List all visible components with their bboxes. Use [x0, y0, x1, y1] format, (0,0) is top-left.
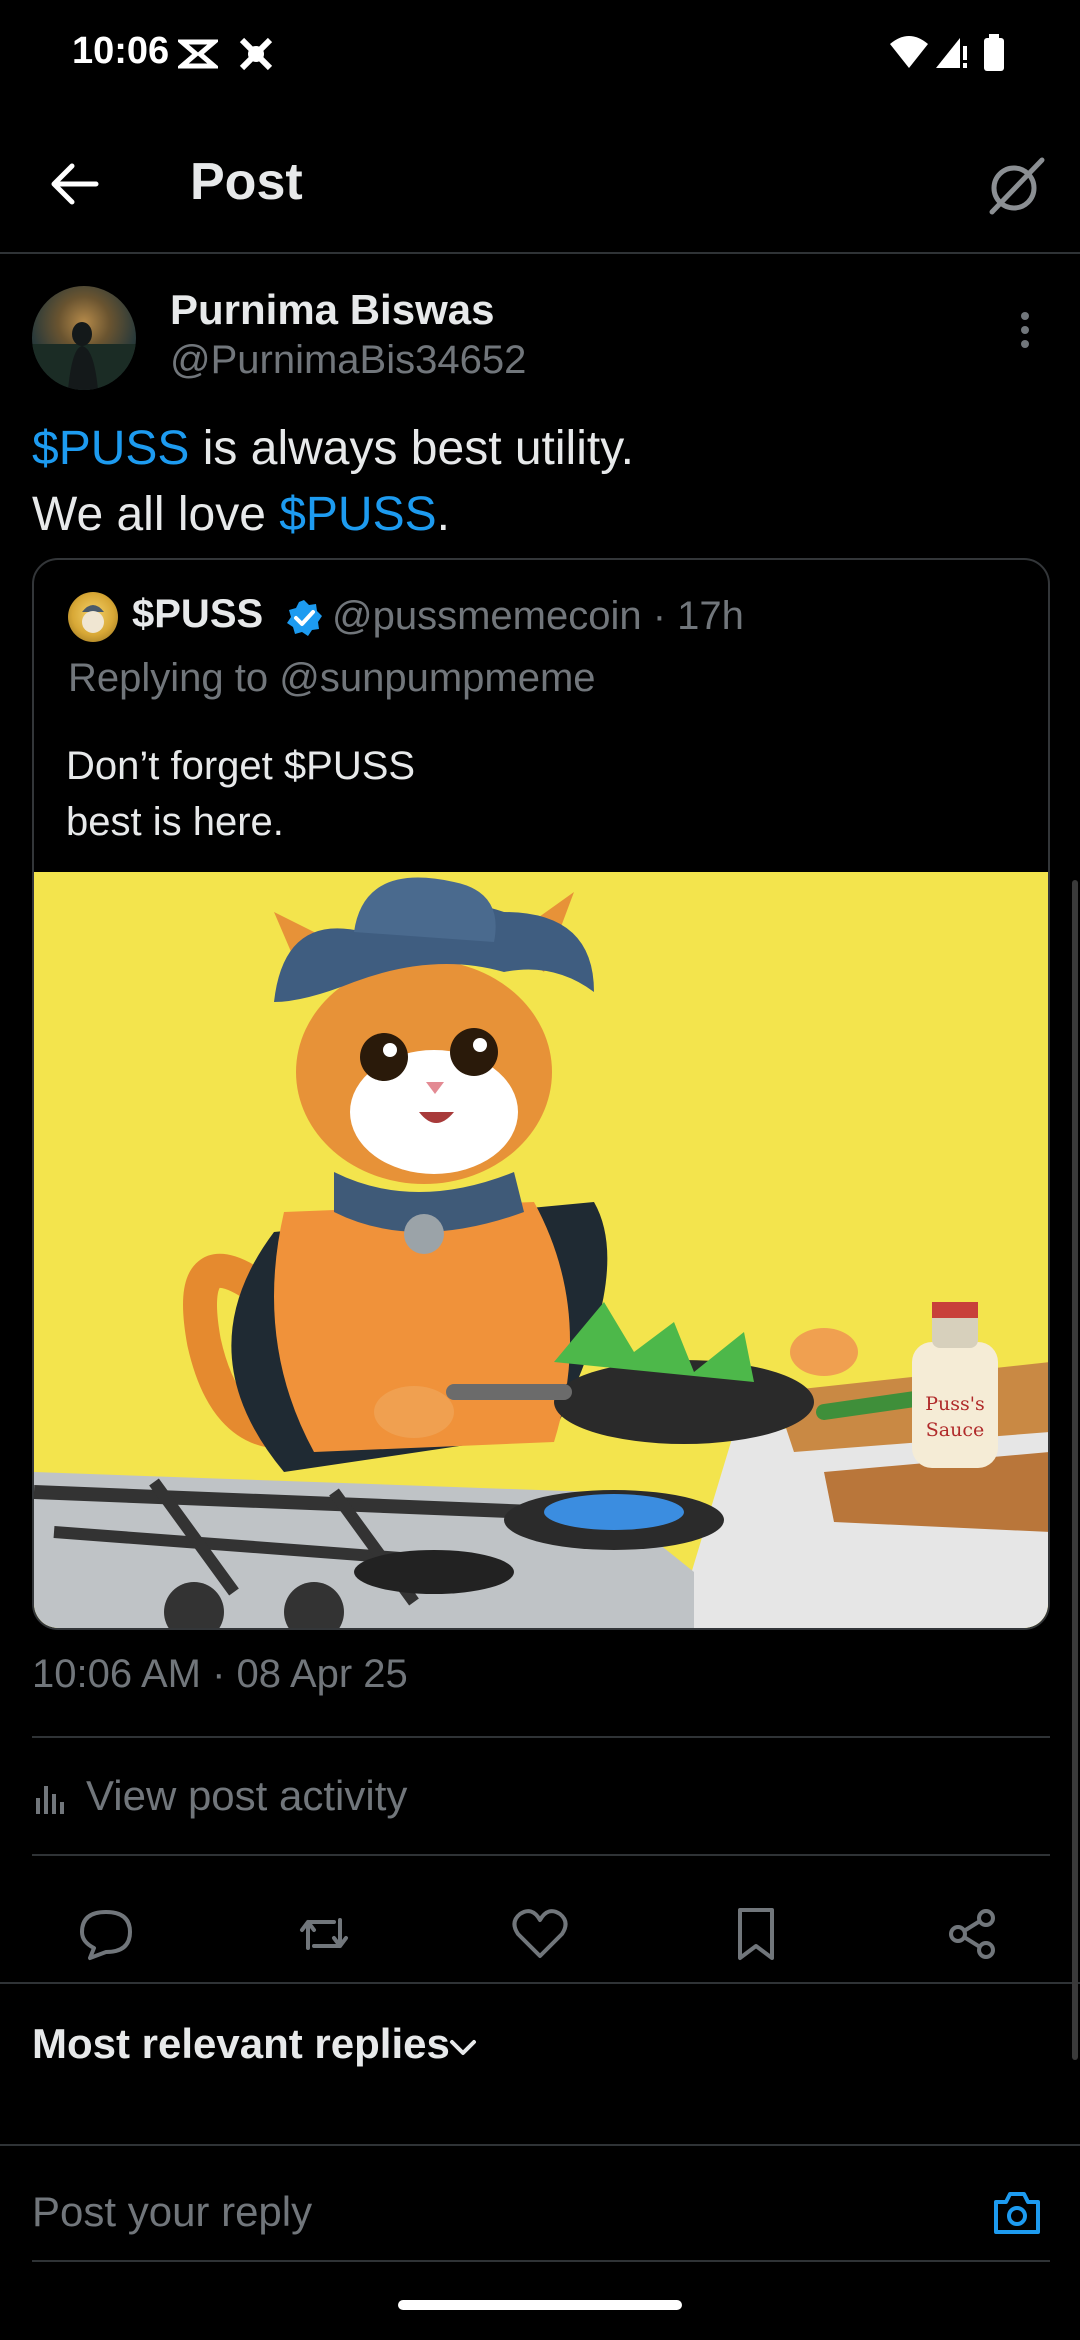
avatar[interactable]	[32, 286, 136, 390]
author-name[interactable]: Purnima Biswas	[170, 286, 494, 334]
quoted-post[interactable]: $PUSS @pussmemecoin · 17h Replying to @s…	[32, 558, 1050, 1630]
reply-icon[interactable]	[76, 1904, 136, 1964]
back-arrow-icon[interactable]	[46, 156, 102, 212]
author-handle[interactable]: @PurnimaBis34652	[170, 338, 526, 383]
wifi-icon	[890, 36, 928, 68]
status-time: 10:06	[72, 30, 170, 72]
signal-icon	[936, 38, 967, 68]
repost-icon[interactable]	[294, 1904, 354, 1964]
grok-icon[interactable]	[984, 154, 1048, 218]
cashtag-link[interactable]: $PUSS	[32, 422, 189, 475]
divider	[32, 2260, 1050, 2262]
status-bar: 10:06	[0, 0, 1080, 110]
notification-icon	[178, 39, 218, 69]
divider	[0, 2144, 1080, 2146]
bookmark-icon[interactable]	[726, 1904, 786, 1964]
home-indicator[interactable]	[398, 2300, 682, 2310]
quoted-text-line: best is here.	[66, 800, 284, 844]
more-options-icon[interactable]	[1010, 310, 1040, 350]
verified-badge-icon	[287, 600, 322, 636]
cashtag-link[interactable]: $PUSS	[279, 488, 436, 541]
quoted-media-image[interactable]: Puss's Sauce	[34, 872, 1048, 1628]
post-text-segment: .	[436, 488, 450, 541]
divider	[0, 1982, 1080, 1984]
quoted-handle-time: @pussmemecoin · 17h	[332, 594, 744, 638]
page-title: Post	[190, 153, 303, 211]
action-bar	[0, 1884, 1080, 1988]
replying-to: Replying to @sunpumpmeme	[68, 656, 596, 700]
post-timestamp: 10:06 AM · 08 Apr 25	[32, 1652, 408, 1696]
quoted-avatar[interactable]	[68, 592, 118, 642]
bottle-label-line: Sauce	[926, 1419, 984, 1441]
divider	[32, 1736, 1050, 1738]
battery-icon	[984, 34, 1004, 71]
quoted-author-name[interactable]: $PUSS	[132, 592, 263, 637]
post-text-segment: We all love	[32, 488, 280, 541]
replies-sort-label[interactable]: Most relevant replies	[32, 2020, 450, 2068]
analytics-icon	[36, 1786, 64, 1814]
post-text: $PUSS is always best utility. We all lov…	[32, 416, 1052, 548]
top-bar: Post	[0, 110, 1080, 254]
post-text-segment: is always best utility.	[189, 422, 634, 475]
app-notification-icon	[239, 37, 273, 71]
like-icon[interactable]	[510, 1904, 570, 1964]
chevron-down-icon[interactable]	[446, 2030, 480, 2064]
quoted-text: Don’t forget $PUSS best is here.	[66, 738, 415, 850]
reply-input[interactable]: Post your reply	[32, 2188, 312, 2236]
scrollbar[interactable]	[1072, 880, 1078, 2060]
share-icon[interactable]	[942, 1904, 1002, 1964]
quoted-text-line: Don’t forget $PUSS	[66, 744, 416, 788]
view-activity-label: View post activity	[86, 1772, 408, 1819]
divider	[32, 1854, 1050, 1856]
bottle-label-line: Puss's	[925, 1393, 985, 1415]
camera-icon[interactable]	[990, 2186, 1044, 2240]
